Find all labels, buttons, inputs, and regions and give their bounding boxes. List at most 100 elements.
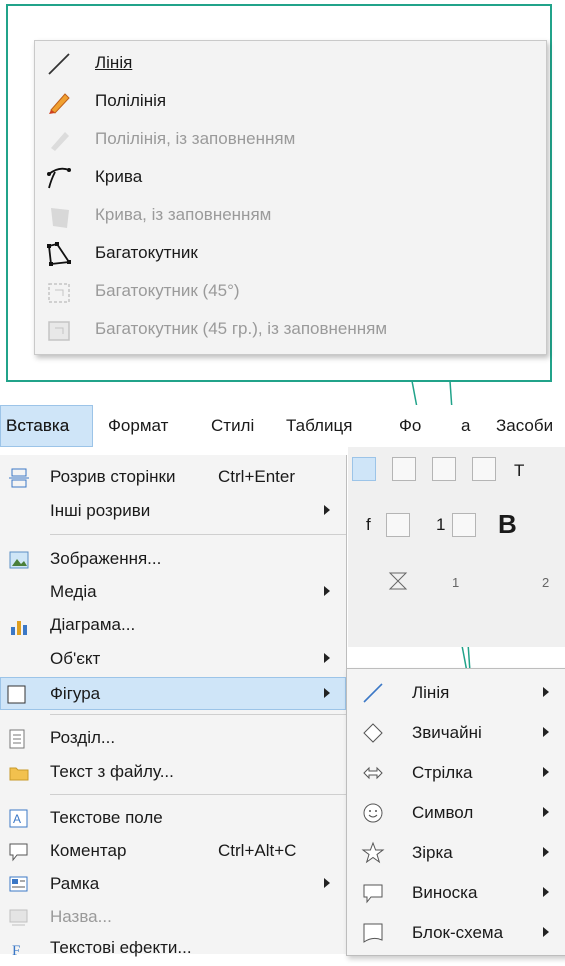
folder-icon (9, 767, 29, 781)
text-box-icon: A (9, 809, 28, 828)
insert-menu-item[interactable]: Розрив сторінки Ctrl+Enter (0, 461, 346, 493)
insert-menu-item[interactable]: F Текстові ефекти... (0, 934, 346, 966)
menu-table[interactable]: Таблиця (286, 416, 352, 436)
star-icon (361, 841, 385, 864)
shape-submenu-item-star[interactable]: Зірка (347, 833, 565, 873)
shape-submenu-item-callout[interactable]: Виноска (347, 873, 565, 913)
menu-form-fragment[interactable]: Фо (399, 416, 421, 436)
insert-menu-label: Текстове поле (50, 808, 163, 827)
line-submenu-item-polyline-filled: Полілінія, із заповненням (35, 121, 546, 159)
shape-icon (7, 685, 26, 704)
chevron-right-icon (324, 505, 330, 515)
polyline-icon (49, 93, 70, 114)
insert-menu-shortcut: Ctrl+Alt+C (218, 841, 297, 860)
shape-submenu-item-arrow[interactable]: Стрілка (347, 753, 565, 793)
insert-menu-label: Текстові ефекти... (50, 938, 192, 957)
align-left-button[interactable] (352, 457, 376, 481)
chevron-right-icon (543, 767, 549, 777)
shape-submenu-item-line[interactable]: Лінія (347, 673, 565, 713)
page-break-icon (9, 468, 29, 488)
line-icon (363, 683, 383, 703)
chevron-right-icon (324, 878, 330, 888)
font-size-fragment[interactable]: 1 (436, 515, 445, 535)
shape-submenu-item-basic[interactable]: Звичайні (347, 713, 565, 753)
insert-menu-label: Діаграма... (50, 615, 136, 634)
justify-button[interactable] (472, 457, 496, 481)
line-submenu-label: Крива, із заповненням (95, 205, 272, 224)
insert-menu-label: Об'єкт (50, 649, 101, 668)
chevron-right-icon (324, 688, 330, 698)
align-center-button[interactable] (392, 457, 416, 481)
image-icon (9, 551, 29, 569)
insert-menu-item[interactable]: Текст з файлу... (0, 756, 346, 788)
insert-menu-item[interactable]: Діаграма... (0, 609, 346, 641)
menu-separator (50, 534, 346, 535)
flowchart-icon (363, 923, 383, 943)
line-submenu-label: Крива (95, 167, 143, 186)
diamond-icon (363, 723, 383, 743)
menu-format[interactable]: Формат (108, 416, 168, 436)
font-name-fragment[interactable]: f (366, 515, 371, 535)
comment-icon (9, 843, 28, 862)
insert-menu-item[interactable]: Зображення... (0, 543, 346, 575)
polygon-45-icon (48, 283, 70, 303)
line-submenu-item-curve-filled: Крива, із заповненням (35, 197, 546, 235)
chevron-right-icon (543, 727, 549, 737)
menu-separator (50, 794, 346, 795)
insert-menu-label: Зображення... (50, 549, 162, 568)
insert-menu-item[interactable]: Медіа (0, 576, 346, 608)
curve-filled-icon (51, 208, 69, 228)
style-box-fragment[interactable]: T (514, 461, 524, 481)
menu-styles[interactable]: Стилі (211, 416, 254, 436)
font-dropdown-button[interactable] (386, 513, 410, 537)
insert-menu-label: Медіа (50, 582, 97, 601)
insert-menu-item[interactable]: Інші розриви (0, 495, 346, 527)
shape-submenu: Лінія Звичайні Стрілка Символ Зірка Вино… (346, 668, 565, 956)
insert-menu-label: Інші розриви (50, 501, 151, 520)
menu-insert-label[interactable]: Вставка (6, 416, 69, 436)
insert-menu-label: Текст з файлу... (50, 762, 174, 781)
bold-button[interactable]: B (498, 509, 517, 540)
chevron-right-icon (543, 807, 549, 817)
shape-submenu-label: Стрілка (412, 763, 473, 782)
insert-menu-item[interactable]: Рамка (0, 868, 346, 900)
insert-menu-lower: Розділ... Текст з файлу... A Текстове по… (0, 710, 346, 959)
chevron-right-icon (324, 586, 330, 596)
shape-submenu-label: Зірка (412, 843, 453, 862)
line-submenu-label: Багатокутник (45 гр.), із заповненням (95, 319, 388, 338)
line-icon (48, 53, 70, 75)
shape-submenu-label: Лінія (412, 683, 450, 702)
polygon-45-filled-icon (48, 321, 70, 341)
insert-menu-label: Розділ... (50, 728, 116, 747)
menu-tools[interactable]: Засоби (496, 416, 553, 436)
section-icon (9, 729, 25, 749)
chevron-right-icon (543, 927, 549, 937)
svg-text:A: A (13, 812, 21, 826)
line-submenu-label: Полілінія (95, 91, 167, 110)
shape-submenu-label: Символ (412, 803, 474, 822)
align-right-button[interactable] (432, 457, 456, 481)
polyline-filled-icon (51, 132, 69, 151)
insert-menu-item[interactable]: Розділ... (0, 722, 346, 754)
shape-submenu-item-symbol[interactable]: Символ (347, 793, 565, 833)
insert-menu-label: Коментар (50, 841, 127, 860)
line-submenu-item-polygon[interactable]: Багатокутник (35, 235, 546, 273)
font-size-dropdown-button[interactable] (452, 513, 476, 537)
smiley-icon (363, 803, 383, 823)
chevron-right-icon (543, 847, 549, 857)
insert-menu-shortcut: Ctrl+Enter (218, 467, 295, 486)
insert-menu-item-shape[interactable]: Фігура (0, 678, 346, 710)
shape-submenu-label: Звичайні (412, 723, 482, 742)
line-submenu-label: Багатокутник (95, 243, 198, 262)
insert-menu-label: Рамка (50, 874, 100, 893)
insert-menu-item[interactable]: Об'єкт (0, 643, 346, 675)
shape-submenu-item-flowchart[interactable]: Блок-схема (347, 913, 565, 953)
svg-text:F: F (12, 943, 20, 959)
insert-menu-item[interactable]: Коментар Ctrl+Alt+C (0, 835, 346, 867)
insert-menu-item[interactable]: A Текстове поле (0, 802, 346, 834)
line-submenu-item-line[interactable]: Лінія (35, 45, 546, 83)
menu-form-fragment-end[interactable]: а (461, 416, 470, 436)
curve-icon (47, 167, 71, 189)
line-submenu-item-polyline[interactable]: Полілінія (35, 83, 546, 121)
line-submenu-item-curve[interactable]: Крива (35, 159, 546, 197)
